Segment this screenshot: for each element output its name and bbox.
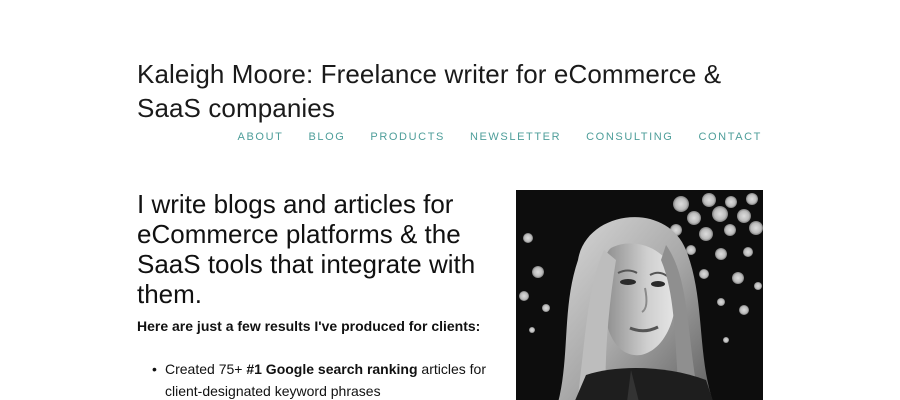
intro-headline: I write blogs and articles for eCommerce… <box>137 189 476 309</box>
result-prefix: Created 75+ <box>165 361 247 377</box>
nav-about[interactable]: ABOUT <box>238 130 284 144</box>
nav-products[interactable]: PRODUCTS <box>370 130 445 144</box>
main-nav: ABOUT BLOG PRODUCTS NEWSLETTER CONSULTIN… <box>213 130 762 144</box>
site-title[interactable]: Kaleigh Moore: Freelance writer for eCom… <box>137 57 757 125</box>
list-item: • Created 75+ #1 Google search ranking a… <box>137 358 487 400</box>
result-highlight: #1 Google search ranking <box>246 361 418 377</box>
nav-consulting[interactable]: CONSULTING <box>586 130 673 144</box>
nav-contact[interactable]: CONTACT <box>698 130 762 144</box>
results-intro: Here are just a few results I've produce… <box>137 318 481 334</box>
portrait-photo <box>516 190 763 400</box>
results-list: • Created 75+ #1 Google search ranking a… <box>137 358 487 400</box>
bullet-icon: • <box>152 361 157 377</box>
portrait-icon <box>516 190 763 400</box>
nav-newsletter[interactable]: NEWSLETTER <box>470 130 561 144</box>
nav-blog[interactable]: BLOG <box>308 130 345 144</box>
